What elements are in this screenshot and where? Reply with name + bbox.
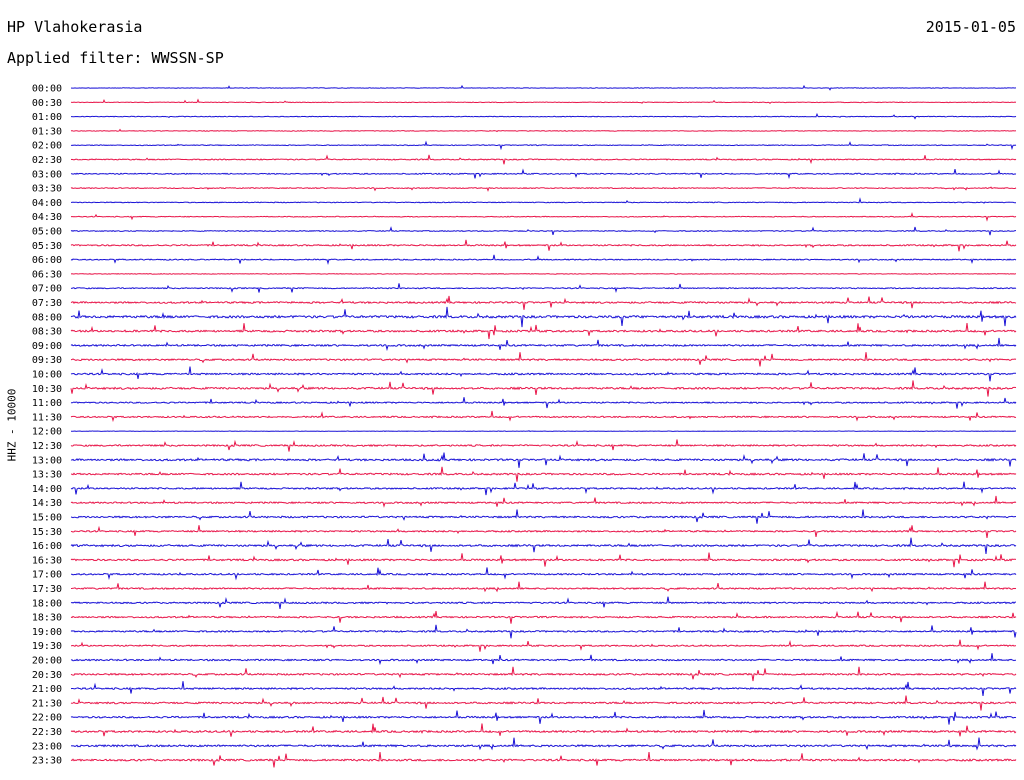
time-tick-label: 03:00 — [32, 169, 62, 180]
trace-line-0800 — [70, 306, 1017, 328]
trace-line-1400 — [70, 481, 1017, 496]
trace-line-0000 — [70, 84, 1017, 91]
time-tick-label: 05:00 — [32, 227, 62, 238]
trace-line-1500 — [70, 509, 1017, 524]
time-tick-label: 13:30 — [32, 470, 62, 481]
time-tick-label: 19:00 — [32, 627, 62, 638]
trace-line-0500 — [70, 226, 1016, 236]
trace-line-0300 — [70, 168, 1017, 180]
time-tick-label: 23:30 — [32, 756, 62, 767]
time-tick-label: 17:00 — [32, 570, 62, 581]
trace-line-0100 — [71, 112, 1017, 120]
trace-line-1330 — [71, 466, 1017, 482]
trace-line-1100 — [70, 397, 1017, 409]
time-tick-label: 15:00 — [32, 513, 62, 524]
trace-line-2030 — [70, 666, 1017, 682]
trace-line-2230 — [70, 723, 1017, 737]
time-tick-label: 17:30 — [32, 584, 62, 595]
time-tick-label: 04:30 — [32, 212, 62, 223]
trace-line-0030 — [70, 98, 1017, 104]
trace-line-2130 — [70, 695, 1017, 711]
trace-line-1030 — [70, 380, 1017, 397]
trace-line-0200 — [70, 140, 1017, 151]
trace-line-0330 — [70, 186, 1017, 192]
trace-line-1300 — [70, 452, 1017, 468]
time-tick-label: 07:30 — [32, 298, 62, 309]
time-tick-label: 05:30 — [32, 241, 62, 252]
trace-line-1630 — [70, 552, 1017, 568]
trace-line-1730 — [71, 581, 1017, 593]
time-tick-label: 01:30 — [32, 126, 62, 137]
time-tick-label: 04:00 — [32, 198, 62, 209]
time-tick-label: 14:30 — [32, 498, 62, 509]
trace-line-2330 — [70, 751, 1017, 768]
time-tick-label: 22:00 — [32, 713, 62, 724]
trace-line-0530 — [70, 239, 1017, 252]
trace-line-1700 — [71, 567, 1017, 581]
time-tick-label: 06:30 — [32, 269, 62, 280]
trace-line-1430 — [70, 495, 1017, 508]
trace-line-0400 — [71, 197, 1016, 204]
time-tick-label: 23:00 — [32, 741, 62, 752]
time-tick-label: 12:00 — [32, 427, 62, 438]
time-tick-label: 03:30 — [32, 184, 62, 195]
trace-line-0130 — [70, 128, 1017, 133]
trace-line-1800 — [70, 596, 1016, 609]
trace-line-0700 — [70, 283, 1017, 294]
time-tick-label: 09:00 — [32, 341, 62, 352]
time-tick-label: 21:30 — [32, 698, 62, 709]
trace-line-0430 — [70, 212, 1017, 222]
trace-line-2100 — [70, 681, 1017, 696]
time-tick-label: 07:00 — [32, 284, 62, 295]
trace-line-2300 — [70, 737, 1017, 751]
time-tick-label: 09:30 — [32, 355, 62, 366]
trace-line-0900 — [70, 337, 1017, 352]
time-tick-label: 20:00 — [32, 656, 62, 667]
time-tick-label: 21:00 — [32, 684, 62, 695]
trace-line-0600 — [70, 254, 1017, 265]
trace-line-1000 — [70, 366, 1017, 382]
time-tick-label: 11:30 — [32, 412, 62, 423]
time-tick-label: 15:30 — [32, 527, 62, 538]
time-tick-label: 20:30 — [32, 670, 62, 681]
trace-line-1830 — [70, 610, 1017, 624]
time-tick-label: 10:30 — [32, 384, 62, 395]
trace-line-1530 — [70, 525, 1017, 538]
time-tick-label: 06:00 — [32, 255, 62, 266]
trace-line-0730 — [70, 295, 1017, 310]
trace-line-0930 — [70, 352, 1017, 367]
time-tick-label: 08:00 — [32, 312, 62, 323]
time-tick-label: 16:30 — [32, 555, 62, 566]
trace-line-1230 — [70, 439, 1017, 452]
seismogram-plot: 00:00 00:30 01:00 01:30 02:00 02:30 03:00 03:30… — [32, 84, 1017, 768]
time-tick-label: 01:00 — [32, 112, 62, 123]
time-tick-label: 11:00 — [32, 398, 62, 409]
time-tick-label: 22:30 — [32, 727, 62, 738]
trace-line-2000 — [70, 653, 1016, 666]
time-tick-label: 14:00 — [32, 484, 62, 495]
trace-line-1130 — [70, 410, 1017, 423]
time-tick-label: 12:30 — [32, 441, 62, 452]
time-tick-label: 08:30 — [32, 327, 62, 338]
time-tick-label: 13:00 — [32, 455, 62, 466]
trace-line-0630 — [70, 273, 1017, 275]
time-tick-label: 18:00 — [32, 598, 62, 609]
trace-line-1600 — [70, 537, 1017, 554]
time-tick-label: 19:30 — [32, 641, 62, 652]
time-tick-label: 18:30 — [32, 613, 62, 624]
time-tick-label: 16:00 — [32, 541, 62, 552]
trace-line-0230 — [70, 154, 1017, 165]
trace-line-1900 — [70, 624, 1017, 639]
time-tick-label: 02:00 — [32, 141, 62, 152]
trace-line-0830 — [70, 323, 1017, 340]
trace-line-1200 — [71, 430, 1017, 432]
trace-line-2200 — [70, 709, 1017, 725]
time-tick-label: 10:00 — [32, 370, 62, 381]
time-tick-label: 00:30 — [32, 98, 62, 109]
time-tick-label: 02:30 — [32, 155, 62, 166]
trace-line-1930 — [71, 639, 1017, 652]
time-tick-label: 00:00 — [32, 84, 62, 95]
